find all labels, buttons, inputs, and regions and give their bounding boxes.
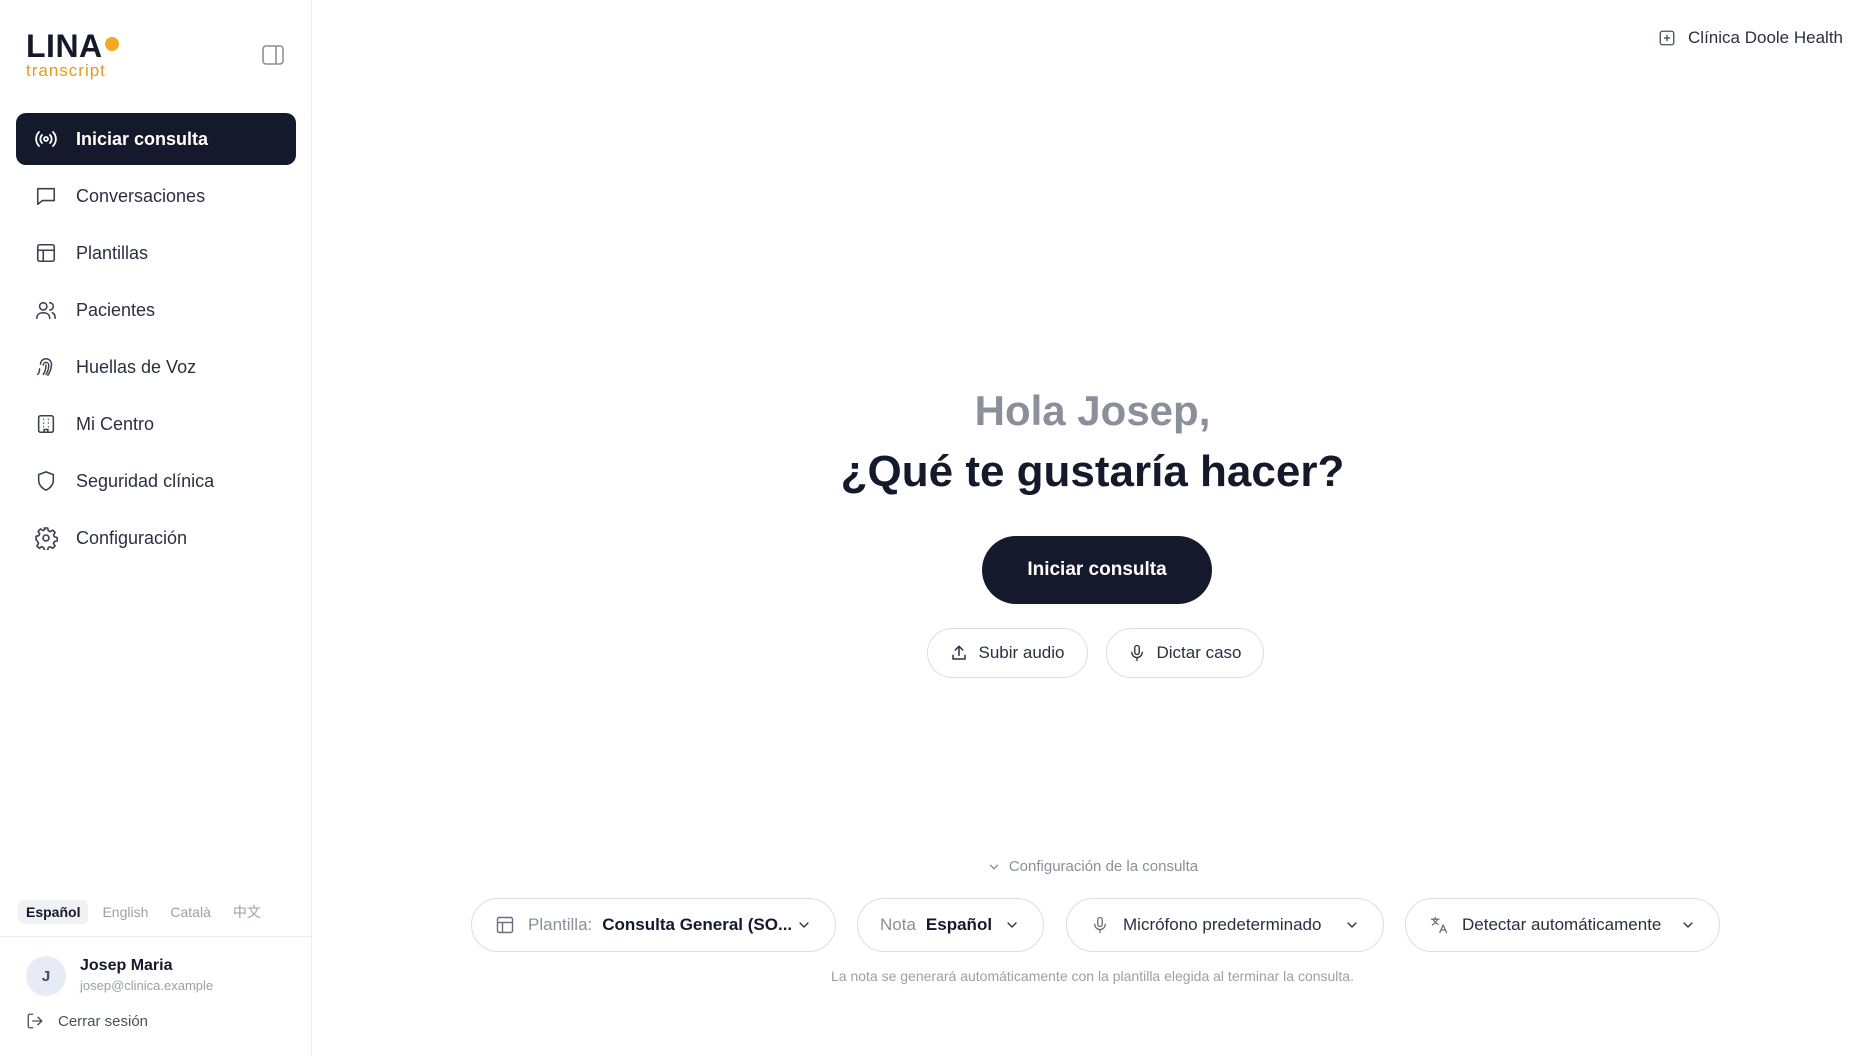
- upload-icon: [950, 644, 968, 662]
- microphone-select-value: Micrófono predeterminado: [1123, 915, 1322, 934]
- clinic-name: Clínica Doole Health: [1688, 28, 1843, 47]
- user-name: Josep Maria: [80, 957, 173, 974]
- note-language-prefix: Nota: [880, 915, 916, 934]
- language-detect-select[interactable]: Detectar automáticamente: [1405, 898, 1720, 952]
- sidebar-item-plantillas[interactable]: Plantillas: [16, 227, 296, 279]
- clinic-selector[interactable]: Clínica Doole Health: [1658, 28, 1843, 48]
- logout-label: Cerrar sesión: [58, 1012, 149, 1030]
- sidebar-item-pacientes[interactable]: Pacientes: [16, 284, 296, 336]
- greeting: Hola Josep,: [974, 387, 1211, 434]
- sidebar-item-label: Configuración: [76, 527, 188, 548]
- start-consultation-button[interactable]: Iniciar consulta: [982, 536, 1212, 604]
- sidebar-item-seguridad-clinica[interactable]: Seguridad clínica: [16, 455, 296, 507]
- sidebar-item-label: Mi Centro: [76, 413, 155, 434]
- chevron-down-icon: [987, 860, 1001, 874]
- sidebar-item-label: Conversaciones: [76, 185, 206, 206]
- sidebar-item-label: Plantillas: [76, 242, 149, 263]
- language-detect-value: Detectar automáticamente: [1462, 915, 1662, 934]
- template-icon: [34, 241, 58, 265]
- fingerprint-icon: [34, 355, 58, 379]
- sidebar-item-label: Iniciar consulta: [76, 128, 209, 149]
- avatar[interactable]: J: [26, 956, 66, 996]
- consultation-config-toggle[interactable]: Configuración de la consulta: [312, 858, 1873, 875]
- template-select-value: Consulta General (SO...: [602, 915, 793, 934]
- chevron-down-icon: [1003, 916, 1021, 934]
- microphone-icon: [1089, 914, 1111, 936]
- dictate-case-button[interactable]: Dictar caso: [1106, 628, 1264, 678]
- sidebar-item-iniciar-consulta[interactable]: Iniciar consulta: [16, 113, 296, 165]
- logo[interactable]: LINA transcript: [26, 30, 146, 80]
- sidebar-item-label: Huellas de Voz: [76, 356, 197, 377]
- shield-icon: [34, 469, 58, 493]
- dictate-case-label: Dictar caso: [1156, 643, 1242, 662]
- template-icon: [494, 914, 516, 936]
- sidebar-item-configuracion[interactable]: Configuración: [16, 512, 296, 564]
- sidebar-nav: Iniciar consulta Conversaciones Plantill…: [16, 113, 296, 569]
- upload-audio-label: Subir audio: [978, 643, 1065, 662]
- sidebar-item-conversaciones[interactable]: Conversaciones: [16, 170, 296, 222]
- upload-audio-button[interactable]: Subir audio: [927, 628, 1088, 678]
- note-language-select[interactable]: Nota Español: [857, 898, 1044, 952]
- lang-option-es[interactable]: Español: [18, 900, 89, 924]
- user-email: josep@clinica.example: [80, 978, 214, 993]
- config-hint: La nota se generará automáticamente con …: [831, 968, 1354, 984]
- template-select[interactable]: Plantilla: Consulta General (SO...: [471, 898, 836, 952]
- message-icon: [34, 184, 58, 208]
- logo-subtitle: transcript: [26, 61, 106, 80]
- chevron-down-icon: [795, 916, 813, 934]
- broadcast-icon: [34, 127, 58, 151]
- microphone-select[interactable]: Micrófono predeterminado: [1066, 898, 1384, 952]
- sidebar-item-label: Seguridad clínica: [76, 470, 215, 491]
- translate-icon: [1428, 914, 1450, 936]
- template-select-prefix: Plantilla:: [528, 915, 593, 934]
- users-icon: [34, 298, 58, 322]
- logout-button[interactable]: Cerrar sesión: [26, 1012, 148, 1030]
- logo-name: LINA: [26, 28, 103, 64]
- language-switcher: Español English Català 中文: [18, 898, 269, 926]
- sidebar-item-mi-centro[interactable]: Mi Centro: [16, 398, 296, 450]
- sidebar-item-label: Pacientes: [76, 299, 156, 320]
- building-icon: [34, 412, 58, 436]
- lang-option-zh[interactable]: 中文: [225, 898, 269, 926]
- note-language-value: Español: [925, 915, 993, 934]
- divider: [0, 936, 312, 937]
- collapse-sidebar-icon[interactable]: [260, 42, 286, 68]
- lang-option-en[interactable]: English: [94, 900, 156, 924]
- microphone-icon: [1128, 644, 1146, 662]
- gear-icon: [34, 526, 58, 550]
- chevron-down-icon: [1343, 916, 1361, 934]
- sidebar: LINA transcript Iniciar consulta Convers…: [0, 0, 312, 1056]
- clinic-icon: [1658, 29, 1676, 47]
- lang-option-ca[interactable]: Català: [162, 900, 218, 924]
- sidebar-item-huellas-de-voz[interactable]: Huellas de Voz: [16, 341, 296, 393]
- consultation-config-label: Configuración de la consulta: [1008, 858, 1199, 875]
- chevron-down-icon: [1679, 916, 1697, 934]
- page-title: ¿Qué te gustaría hacer?: [840, 447, 1345, 496]
- logout-icon: [26, 1012, 44, 1030]
- logo-dot: [104, 37, 119, 51]
